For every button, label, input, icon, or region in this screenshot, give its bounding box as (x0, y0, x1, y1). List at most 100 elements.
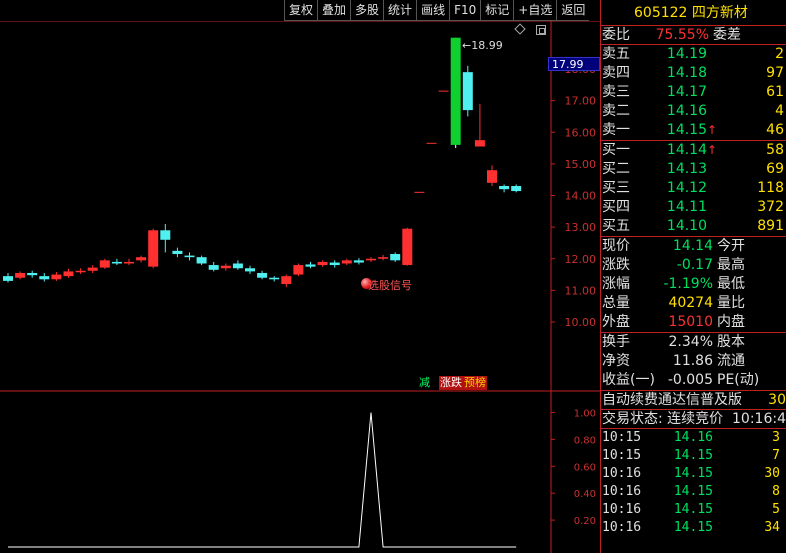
weicha-label: 委差 (713, 27, 741, 43)
candle-body (172, 250, 183, 255)
candle-body (317, 261, 328, 266)
toolbar-button-8[interactable]: 返回 (556, 0, 590, 21)
trade-row[interactable]: 10:15 14.15 7 (601, 447, 786, 465)
trade-volume: 5 (772, 502, 780, 517)
candle-body (232, 263, 243, 269)
quote-value: -0.17 (676, 257, 713, 273)
price-tick-label: 11.00 (565, 284, 597, 297)
tag-yubang[interactable]: 预榜 (463, 376, 487, 390)
toolbar-button-1[interactable]: 叠加 (317, 0, 351, 21)
quote-label: 总量 (602, 295, 630, 311)
candle-body (378, 257, 389, 259)
candle-body (293, 265, 304, 275)
stock-name: 四方新材 (691, 5, 748, 21)
candle-body (269, 277, 280, 280)
sell-row[interactable]: 卖三 14.17 61 (601, 83, 786, 102)
sell-row[interactable]: 卖二 14.16 4 (601, 102, 786, 121)
fundamentals-label: 收益(一) (602, 372, 655, 388)
weibi-row: 委比 75.55% 委差 (601, 26, 786, 45)
tag-jian[interactable]: 减 (418, 376, 431, 390)
up-arrow-icon (707, 102, 717, 121)
candle-body (51, 274, 62, 280)
buy-volume: 372 (757, 199, 784, 215)
trade-row[interactable]: 10:16 14.15 8 (601, 483, 786, 501)
toolbar-button-6[interactable]: 标记 (480, 0, 514, 21)
trade-price: 14.15 (673, 484, 713, 499)
trade-time: 10:15 (602, 448, 642, 463)
sell-row[interactable]: 卖五 14.19 2 (601, 45, 786, 64)
price-tick-label: 10.00 (565, 316, 597, 329)
sell-book: 卖五 14.19 2 卖四 14.18 97 卖三 14.17 61 卖二 14.16 4 卖一 14.1… (601, 45, 786, 141)
sell-row[interactable]: 卖四 14.18 97 (601, 64, 786, 83)
toolbar-button-5[interactable]: F10 (449, 0, 481, 21)
candle-body (329, 262, 340, 266)
price-tick-label: 12.00 (565, 253, 597, 266)
buy-label: 买五 (602, 218, 630, 234)
sell-row[interactable]: 卖一 14.15 ↑ 46 (601, 121, 786, 140)
buy-volume: 58 (766, 142, 784, 158)
trade-row[interactable]: 10:16 14.15 30 (601, 465, 786, 483)
buy-price: 14.12 (666, 180, 707, 196)
trade-row[interactable]: 10:15 14.16 3 (601, 429, 786, 447)
quote-row: 现价 14.14 今开 (601, 237, 786, 256)
buy-row[interactable]: 买一 14.14 ↑ 58 (601, 141, 786, 160)
price-tick-label: 13.00 (565, 221, 597, 234)
candle-body (305, 264, 316, 267)
candle-body (511, 186, 522, 192)
sell-volume: 46 (766, 122, 784, 138)
sell-label: 卖五 (602, 46, 630, 62)
sell-label: 卖四 (602, 65, 630, 81)
toolbar-button-7[interactable]: +自选 (513, 0, 557, 21)
toolbar-button-0[interactable]: 复权 (284, 0, 318, 21)
price-tick-label: 15.00 (565, 158, 597, 171)
trade-list[interactable]: 10:15 14.16 3 10:15 14.15 7 10:16 14.15 30 10:16 1… (601, 429, 786, 537)
up-arrow-icon: ↑ (707, 143, 718, 157)
buy-price: 14.13 (666, 161, 707, 177)
toolbar-button-4[interactable]: 画线 (416, 0, 450, 21)
toolbar-button-2[interactable]: 多股 (350, 0, 384, 21)
chart-toolbar: 复权 叠加 多股 统计 画线 F10 标记 +自选 返回 (284, 0, 590, 21)
indicator-tick-label: 0.80 (574, 435, 596, 446)
buy-price: 14.11 (666, 199, 707, 215)
ticker-row: 自动续费通达信普及版 30 (601, 391, 786, 410)
tag-zhangdie[interactable]: 涨跌 (439, 376, 463, 390)
candle-body (196, 257, 207, 264)
sell-volume: 97 (766, 65, 784, 81)
trade-status-text: 交易状态: 连续竞价 (602, 411, 724, 427)
fundamentals-label: 净资 (602, 353, 630, 369)
trade-row[interactable]: 10:16 14.15 34 (601, 519, 786, 537)
sell-label: 卖三 (602, 84, 630, 100)
quote-row: 涨幅 -1.19% 最低 (601, 275, 786, 294)
buy-row[interactable]: 买三 14.12 118 (601, 179, 786, 198)
quote-value: 40274 (668, 295, 713, 311)
candle-body (87, 267, 98, 271)
chart-canvas[interactable]: 18.0017.0016.0015.0014.0013.0012.0011.00… (0, 21, 600, 553)
buy-row[interactable]: 买二 14.13 69 (601, 160, 786, 179)
kline-chart[interactable]: 18.0017.0016.0015.0014.0013.0012.0011.00… (0, 21, 600, 553)
candle-body (366, 258, 376, 261)
fundamentals-row: 净资 11.86 流通 (601, 352, 786, 371)
candle-body (353, 260, 364, 263)
trade-price: 14.15 (673, 448, 713, 463)
candle-body (148, 230, 159, 267)
fundamentals-value: -0.005 (667, 372, 713, 388)
sell-price: 14.19 (666, 46, 707, 62)
trade-price: 14.16 (673, 430, 713, 445)
price-tick-label: 17.00 (565, 95, 597, 108)
high-price-label: ←18.99 (462, 39, 503, 52)
candle-body (487, 170, 497, 183)
candle-body (450, 37, 461, 145)
buy-row[interactable]: 买五 14.10 891 (601, 217, 786, 236)
stock-code: 605122 (634, 5, 688, 21)
quote-label: 涨跌 (602, 257, 630, 273)
trade-row[interactable]: 10:16 14.15 5 (601, 501, 786, 519)
candle-body (160, 230, 171, 240)
sell-volume: 2 (775, 46, 784, 62)
candle-body (474, 140, 485, 147)
toolbar-button-3[interactable]: 统计 (383, 0, 417, 21)
candle-body (63, 271, 74, 277)
trade-status-time: 10:16:4 (732, 411, 786, 427)
buy-row[interactable]: 买四 14.11 372 (601, 198, 786, 217)
trade-price: 14.15 (673, 520, 713, 535)
window-icon[interactable] (536, 25, 546, 35)
